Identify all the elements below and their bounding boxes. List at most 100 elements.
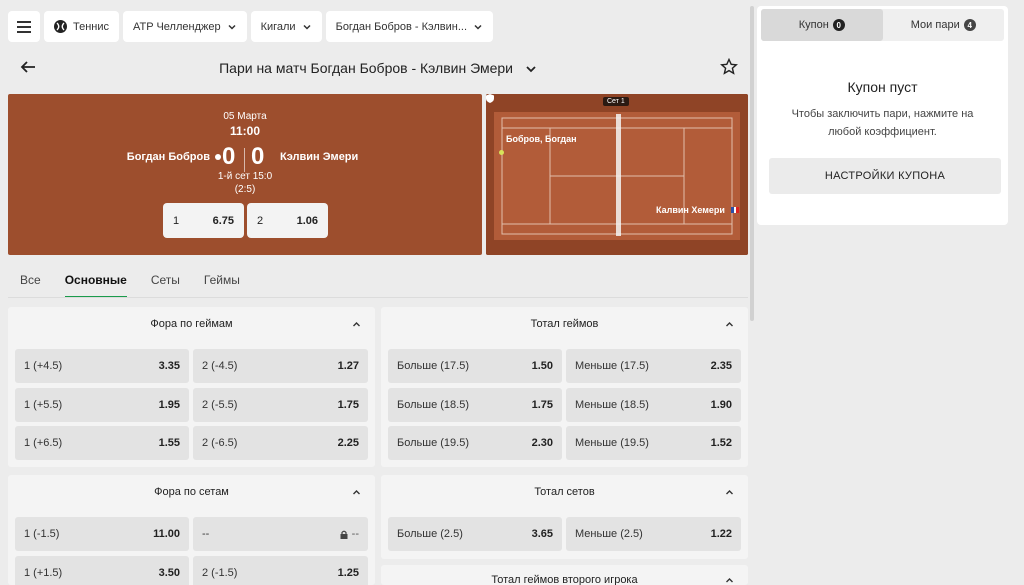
market-header[interactable]: Фора по сетам bbox=[8, 475, 375, 509]
odd-cell[interactable]: 1 (+5.5) 1.95 bbox=[15, 388, 189, 422]
scrollbar[interactable] bbox=[750, 6, 754, 321]
odd-cell[interactable]: 1 (+6.5) 1.55 bbox=[15, 426, 189, 460]
city-chip[interactable]: Кигали bbox=[250, 11, 322, 42]
tennis-ball-icon bbox=[54, 20, 67, 33]
tab-sets[interactable]: Сеты bbox=[139, 270, 192, 298]
odd-button-2[interactable]: 2 1.06 bbox=[247, 203, 328, 238]
court-visualization: Сет 1 Бобров, Богдан Калвин Хемери bbox=[486, 94, 748, 255]
odd-cell[interactable]: Меньше (19.5) 1.52 bbox=[566, 426, 741, 460]
market-title: Фора по сетам bbox=[154, 486, 229, 498]
odd-cell[interactable]: Больше (2.5) 3.65 bbox=[388, 517, 562, 551]
odd-value: 1.90 bbox=[710, 399, 732, 411]
odd-label: 1 (-1.5) bbox=[24, 528, 60, 540]
player1-score: 0 bbox=[222, 143, 236, 170]
odd-label: 1 (+1.5) bbox=[24, 567, 63, 579]
coupon-settings-button[interactable]: НАСТРОЙКИ КУПОНА bbox=[769, 158, 1001, 194]
france-flag-icon bbox=[731, 207, 740, 213]
odd-cell[interactable]: Больше (17.5) 1.50 bbox=[388, 349, 562, 383]
odd-label: Меньше (17.5) bbox=[575, 360, 649, 372]
odd-cell[interactable]: Меньше (17.5) 2.35 bbox=[566, 349, 741, 383]
match-time: 11:00 bbox=[229, 124, 261, 138]
market-total-sets: Тотал сетов Больше (2.5) 3.65 Меньше (2.5… bbox=[381, 475, 748, 559]
odd-cell[interactable]: 1 (+4.5) 3.35 bbox=[15, 349, 189, 383]
court-player1: Бобров, Богдан bbox=[506, 134, 577, 144]
tab-coupon[interactable]: Купон 0 bbox=[761, 9, 883, 41]
menu-button[interactable] bbox=[8, 11, 40, 42]
odd-cell[interactable]: Больше (18.5) 1.75 bbox=[388, 388, 562, 422]
odd-cell[interactable]: 2 (-4.5) 1.27 bbox=[193, 349, 368, 383]
tab-all[interactable]: Все bbox=[8, 270, 53, 298]
tabs-divider bbox=[8, 297, 748, 298]
market-header[interactable]: Фора по геймам bbox=[8, 307, 375, 341]
tab-main[interactable]: Основные bbox=[53, 270, 139, 298]
odd-value: 1.75 bbox=[531, 399, 553, 411]
count-badge: 4 bbox=[963, 19, 976, 31]
odd-label: Больше (17.5) bbox=[397, 360, 469, 372]
odd-label: Больше (2.5) bbox=[397, 528, 463, 540]
tab-my-bets[interactable]: Мои пари 4 bbox=[883, 9, 1005, 41]
game-info: (2:5) bbox=[234, 184, 256, 195]
odd-label: Меньше (2.5) bbox=[575, 528, 643, 540]
city-label: Кигали bbox=[260, 20, 296, 33]
coupon-empty-hint: Чтобы заключить пари, нажмите на любой к… bbox=[791, 108, 974, 138]
market-title: Фора по геймам bbox=[150, 318, 233, 330]
odd-cell[interactable]: Меньше (2.5) 1.22 bbox=[566, 517, 741, 551]
odd-label: Меньше (18.5) bbox=[575, 399, 649, 411]
chevron-up-icon bbox=[726, 578, 733, 583]
odd-label: 2 (-1.5) bbox=[202, 567, 238, 579]
tab-games[interactable]: Геймы bbox=[192, 270, 252, 298]
sport-chip[interactable]: Теннис bbox=[44, 11, 120, 42]
match-date: 05 Марта bbox=[223, 111, 267, 122]
odd-label: 1 (+5.5) bbox=[24, 399, 63, 411]
odd-cell[interactable]: Меньше (18.5) 1.90 bbox=[566, 388, 741, 422]
odd-value: 3.35 bbox=[158, 360, 180, 372]
odd-label: 2 (-6.5) bbox=[202, 437, 238, 449]
chevron-up-icon bbox=[726, 490, 733, 495]
odd-value: 1.27 bbox=[337, 360, 359, 372]
market-header[interactable]: Тотал сетов bbox=[381, 475, 748, 509]
match-chip[interactable]: Богдан Бобров - Кэлвин... bbox=[325, 11, 494, 42]
page-title[interactable]: Пари на матч Богдан Бобров - Кэлвин Эмер… bbox=[8, 60, 748, 76]
chevron-down-icon bbox=[526, 66, 536, 73]
odd-label: 1 (+6.5) bbox=[24, 437, 63, 449]
star-icon[interactable] bbox=[720, 58, 738, 76]
market-set-handicap: Фора по сетам 1 (-1.5) 11.00 -- -- 1 (+1.… bbox=[8, 475, 375, 585]
market-header[interactable]: Тотал геймов bbox=[381, 307, 748, 341]
odd-cell[interactable]: 2 (-5.5) 1.75 bbox=[193, 388, 368, 422]
sport-label: Теннис bbox=[73, 20, 110, 33]
court-lines bbox=[486, 94, 748, 255]
tab-my-bets-label: Мои пари bbox=[910, 19, 960, 31]
player2-score: 0 bbox=[251, 143, 265, 170]
coupon-panel: Купон 0 Мои пари 4 Купон пуст Чтобы закл… bbox=[757, 6, 1008, 225]
odd-cell[interactable]: 2 (-6.5) 2.25 bbox=[193, 426, 368, 460]
odd-value: 1.55 bbox=[158, 437, 180, 449]
serve-indicator bbox=[215, 154, 221, 160]
shield-icon bbox=[486, 94, 494, 103]
player1-name: Богдан Бобров bbox=[126, 151, 210, 163]
odd-button-1[interactable]: 1 6.75 bbox=[163, 203, 244, 238]
market-header[interactable]: Тотал геймов второго игрока bbox=[381, 565, 748, 585]
odd-cell[interactable]: Больше (19.5) 2.30 bbox=[388, 426, 562, 460]
odd-label: 1 bbox=[173, 214, 180, 227]
odd-cell[interactable]: 2 (-1.5) 1.25 bbox=[193, 556, 368, 585]
odd-cell[interactable]: 1 (-1.5) 11.00 bbox=[15, 517, 189, 551]
chevron-down-icon bbox=[474, 24, 482, 30]
tournament-chip[interactable]: ATP Челленджер bbox=[123, 11, 247, 42]
odd-value: 1.22 bbox=[710, 528, 732, 540]
market-title: Тотал сетов bbox=[534, 486, 595, 498]
odd-value-locked: -- bbox=[340, 528, 359, 540]
odd-value: 2.30 bbox=[531, 437, 553, 449]
player2-name: Кэлвин Эмери bbox=[280, 151, 359, 163]
odd-label: Меньше (19.5) bbox=[575, 437, 649, 449]
market-title: Тотал геймов второго игрока bbox=[491, 574, 638, 585]
odd-value: 1.95 bbox=[158, 399, 180, 411]
odd-label: 2 (-5.5) bbox=[202, 399, 238, 411]
chevron-up-icon bbox=[726, 322, 733, 327]
chevron-down-icon bbox=[303, 24, 311, 30]
odd-cell[interactable]: 1 (+1.5) 3.50 bbox=[15, 556, 189, 585]
odd-label: Больше (18.5) bbox=[397, 399, 469, 411]
odd-value: -- bbox=[351, 528, 359, 540]
odd-label: 2 bbox=[257, 214, 264, 227]
odd-label: Больше (19.5) bbox=[397, 437, 469, 449]
coupon-tabs: Купон 0 Мои пари 4 bbox=[761, 9, 1004, 41]
